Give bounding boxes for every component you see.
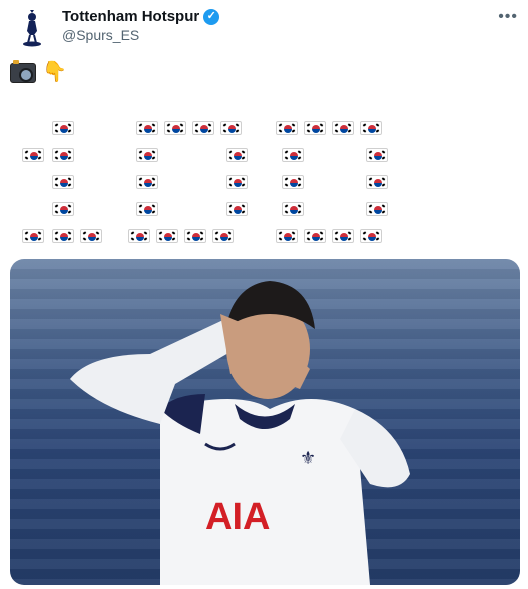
korea-flag-icon [22, 229, 44, 243]
point-down-icon: 👇 [42, 61, 67, 83]
more-icon[interactable]: ••• [498, 8, 518, 26]
korea-flag-icon [22, 148, 44, 162]
display-name[interactable]: Tottenham Hotspur [62, 8, 199, 25]
korea-flag-icon [304, 121, 326, 135]
korea-flag-icon [304, 229, 326, 243]
korea-flag-icon [192, 121, 214, 135]
author-name-row[interactable]: Tottenham Hotspur ✓ [62, 8, 220, 25]
korea-flag-icon [226, 202, 248, 216]
shirt-sponsor-text: AIA [205, 496, 270, 538]
user-handle[interactable]: @Spurs_ES [62, 27, 139, 43]
korea-flag-icon [136, 202, 158, 216]
korea-flag-icon [136, 148, 158, 162]
korea-flag-icon [282, 148, 304, 162]
korea-flag-icon [52, 175, 74, 189]
korea-flag-icon [282, 175, 304, 189]
korea-flag-icon [80, 229, 102, 243]
korea-flag-icon [332, 121, 354, 135]
verified-badge-icon: ✓ [203, 8, 220, 25]
tweet-text-emoji: 👇 [10, 59, 67, 85]
korea-flag-icon [128, 229, 150, 243]
avatar[interactable] [10, 6, 54, 50]
korea-flag-icon [156, 229, 178, 243]
korea-flag-icon [52, 121, 74, 135]
korea-flag-icon [52, 229, 74, 243]
korea-flag-icon [184, 229, 206, 243]
korea-flag-icon [212, 229, 234, 243]
korea-flag-icon [52, 148, 74, 162]
korea-flag-icon [52, 202, 74, 216]
korea-flag-icon [136, 121, 158, 135]
korea-flag-icon [226, 148, 248, 162]
svg-text:⚜: ⚜ [300, 448, 316, 468]
korea-flag-icon [366, 175, 388, 189]
korea-flag-icon [282, 202, 304, 216]
korea-flag-icon [226, 175, 248, 189]
korea-flag-icon [276, 121, 298, 135]
camera-flash-icon [10, 59, 36, 83]
korea-flag-icon [366, 148, 388, 162]
tweet-photo[interactable]: ⚜ AIA [10, 259, 520, 585]
korea-flag-icon [332, 229, 354, 243]
korea-flag-icon [366, 202, 388, 216]
korea-flag-icon [276, 229, 298, 243]
korea-flag-icon [360, 121, 382, 135]
korea-flag-icon [164, 121, 186, 135]
player-illustration: ⚜ AIA [70, 281, 410, 585]
korea-flag-icon [360, 229, 382, 243]
korea-flag-icon [136, 175, 158, 189]
cockerel-logo-icon [23, 10, 41, 47]
korea-flag-icon [220, 121, 242, 135]
